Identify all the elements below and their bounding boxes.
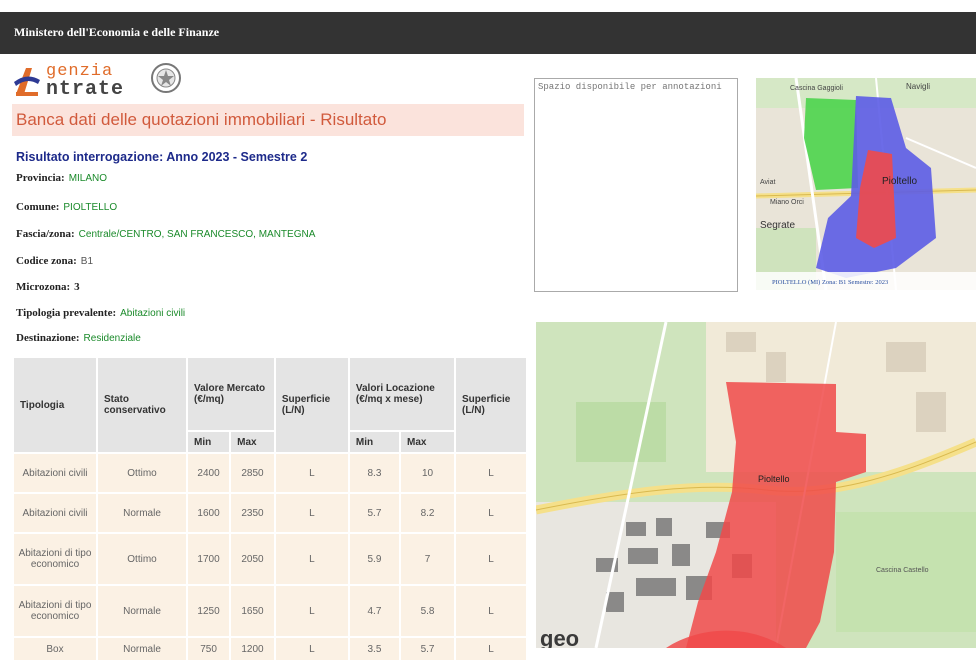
field-label: Provincia: [16, 172, 65, 184]
cell-locazione-max: 10 [401, 454, 454, 492]
cell-stato: Normale [98, 638, 186, 660]
table-row: Abitazioni di tipo economico Normale 125… [14, 586, 526, 636]
cell-valore-max: 2050 [231, 534, 274, 584]
cell-stato: Ottimo [98, 534, 186, 584]
field-value: Abitazioni civili [120, 308, 186, 319]
header-max: Max [231, 432, 274, 452]
cell-valore-min: 1250 [188, 586, 230, 636]
cell-valore-min: 2400 [188, 454, 230, 492]
header-superficie: Superficie (L/N) [456, 358, 526, 452]
result-title: Risultato interrogazione: Anno 2023 - Se… [16, 150, 308, 164]
top-header-bar: Ministero dell'Economia e delle Finanze [0, 12, 976, 54]
zone-minimap[interactable]: Cascina Gaggioli Navigli Miano Orci Segr… [756, 78, 976, 290]
cell-locazione-max: 7 [401, 534, 454, 584]
cell-tipologia: Abitazioni di tipo economico [14, 534, 96, 584]
header-stato-conservativo: Stato conservativo [98, 358, 186, 452]
field-value: MILANO [68, 173, 108, 184]
cell-locazione-min: 8.3 [349, 454, 400, 492]
annotations-textarea[interactable] [534, 78, 738, 292]
header-max: Max [401, 432, 454, 452]
field-label: Destinazione: [16, 332, 80, 344]
cell-valore-min: 1600 [188, 494, 230, 532]
field-value: 3 [74, 281, 80, 293]
cell-superficie: L [456, 638, 526, 660]
table-row: Abitazioni di tipo economico Ottimo 1700… [14, 534, 526, 584]
map-label-cascina-castello: Cascina Castello [876, 567, 929, 574]
map-watermark: geo [540, 626, 579, 648]
minimap-label-navigli: Navigli [906, 82, 930, 91]
cell-superficie: L [456, 494, 526, 532]
cell-valore-max: 1200 [231, 638, 274, 660]
cell-valore-max: 2850 [231, 454, 274, 492]
minimap-label-cascina: Cascina Gaggioli [790, 85, 843, 92]
header-min: Min [188, 432, 230, 452]
header-min: Min [349, 432, 400, 452]
page-title: Banca dati delle quotazioni immobiliari … [16, 110, 387, 129]
cell-valore-max: 1650 [231, 586, 274, 636]
ministry-title: Ministero dell'Economia e delle Finanze [14, 25, 220, 39]
field-value: PIOLTELLO [63, 202, 118, 213]
table-row: Abitazioni civili Normale 1600 2350 L 5.… [14, 494, 526, 532]
cell-superficie: L [275, 534, 348, 584]
minimap-label-segrate: Segrate [760, 220, 795, 231]
minimap-label-aviat: Aviat [760, 179, 775, 186]
cell-superficie: L [456, 454, 526, 492]
cell-tipologia: Abitazioni di tipo economico [14, 586, 96, 636]
minimap-label-miano: Miano Orci [770, 199, 804, 206]
header-superficie: Superficie (L/N) [275, 358, 348, 452]
e-logo-icon [14, 68, 40, 96]
cell-superficie: L [456, 586, 526, 636]
cell-locazione-min: 4.7 [349, 586, 400, 636]
cell-superficie: L [275, 454, 348, 492]
minimap-label-pioltello: Pioltello [882, 176, 917, 187]
cell-tipologia: Abitazioni civili [14, 494, 96, 532]
field-tipologia-prevalente: Tipologia prevalente: Abitazioni civili [16, 307, 185, 319]
field-label: Comune: [16, 201, 60, 213]
field-label: Codice zona: [16, 255, 77, 267]
cell-superficie: L [275, 638, 348, 660]
cell-valore-min: 750 [188, 638, 230, 660]
cell-superficie: L [275, 494, 348, 532]
cell-superficie: L [456, 534, 526, 584]
quotazioni-table: Tipologia Stato conservativo Valore Merc… [12, 356, 528, 662]
field-value: Residenziale [83, 333, 141, 344]
agenzia-entrate-logo[interactable]: genzia ntrate [12, 62, 192, 102]
cell-tipologia: Box [14, 638, 96, 660]
cell-locazione-max: 5.7 [401, 638, 454, 660]
field-fascia-zona: Fascia/zona: Centrale/CENTRO, SAN FRANCES… [16, 228, 315, 240]
field-provincia: Provincia: MILANO [16, 172, 107, 184]
cell-valore-min: 1700 [188, 534, 230, 584]
header-valori-locazione: Valori Locazione (€/mq x mese) [349, 358, 454, 430]
field-destinazione: Destinazione: Residenziale [16, 332, 141, 344]
field-microzona: Microzona: 3 [16, 281, 80, 293]
cell-stato: Normale [98, 586, 186, 636]
cell-locazione-min: 3.5 [349, 638, 400, 660]
field-label: Fascia/zona: [16, 228, 75, 240]
map-label-pioltello: Pioltello [758, 474, 790, 484]
field-label: Microzona: [16, 281, 71, 293]
table-row: Box Normale 750 1200 L 3.5 5.7 L [14, 638, 526, 660]
republic-seal-icon [151, 63, 181, 93]
cell-locazione-min: 5.7 [349, 494, 400, 532]
cell-valore-max: 2350 [231, 494, 274, 532]
cell-locazione-max: 5.8 [401, 586, 454, 636]
minimap-caption: PIOLTELLO (MI) Zona: B1 Semestre: 2023 [772, 279, 888, 286]
header-valore-mercato: Valore Mercato (€/mq) [188, 358, 274, 430]
field-comune: Comune: PIOLTELLO [16, 201, 117, 213]
cell-stato: Ottimo [98, 454, 186, 492]
table-row: Abitazioni civili Ottimo 2400 2850 L 8.3… [14, 454, 526, 492]
cell-locazione-min: 5.9 [349, 534, 400, 584]
field-value: Centrale/CENTRO, SAN FRANCESCO, MANTEGNA [78, 229, 316, 240]
logo-text-entrate: ntrate [46, 78, 125, 101]
cell-locazione-max: 8.2 [401, 494, 454, 532]
zone-map[interactable]: Pioltello Cascina Castello geo [536, 322, 976, 648]
page-title-banner: Banca dati delle quotazioni immobiliari … [12, 104, 524, 136]
field-codice-zona: Codice zona: B1 [16, 255, 93, 267]
field-label: Tipologia prevalente: [16, 307, 117, 319]
cell-superficie: L [275, 586, 348, 636]
cell-tipologia: Abitazioni civili [14, 454, 96, 492]
cell-stato: Normale [98, 494, 186, 532]
header-tipologia: Tipologia [14, 358, 96, 452]
field-value: B1 [80, 256, 94, 267]
